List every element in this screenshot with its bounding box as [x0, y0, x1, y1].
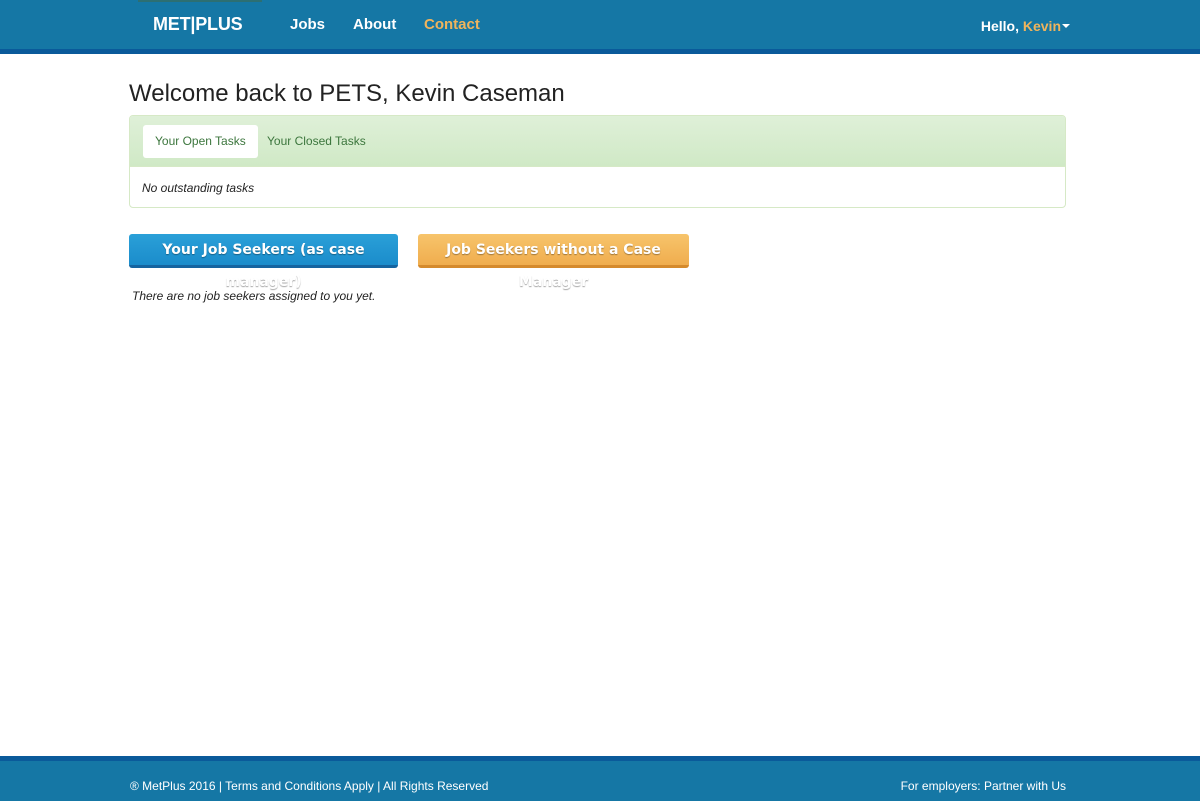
nav-link-contact[interactable]: Contact [424, 16, 480, 33]
top-navbar: MET|PLUS Jobs About Contact Hello, Kevin [0, 0, 1200, 54]
tab-open-tasks[interactable]: Your Open Tasks [143, 125, 258, 158]
footer-left: ® MetPlus 2016 | Terms and Conditions Ap… [130, 779, 488, 793]
nav-link-about[interactable]: About [353, 16, 396, 33]
footer-right: For employers: Partner with Us [901, 779, 1066, 793]
footer-copyright: ® MetPlus 2016 [130, 779, 216, 793]
unassigned-job-seekers-button[interactable]: Job Seekers without a Case Manager [418, 234, 689, 290]
partner-link[interactable]: Partner with Us [984, 779, 1066, 793]
nav-link-jobs[interactable]: Jobs [290, 16, 325, 33]
employers-prefix: For employers: [900, 779, 981, 793]
no-job-seekers-message: There are no job seekers assigned to you… [132, 289, 376, 303]
footer-separator: | [218, 779, 223, 793]
page-title: Welcome back to PETS, Kevin Caseman [129, 80, 565, 107]
tasks-panel: Your Open Tasks Your Closed Tasks No out… [129, 115, 1066, 208]
user-menu-dropdown[interactable]: Hello, Kevin [981, 18, 1070, 34]
brand-logo[interactable]: MET|PLUS [153, 14, 243, 35]
tab-closed-tasks[interactable]: Your Closed Tasks [255, 125, 378, 158]
terms-link[interactable]: Terms and Conditions Apply [225, 779, 374, 793]
user-greeting: Hello, [980, 18, 1019, 34]
page-footer: ® MetPlus 2016 | Terms and Conditions Ap… [0, 756, 1200, 801]
caret-down-icon [1062, 23, 1070, 28]
tasks-panel-body: No outstanding tasks [142, 181, 255, 195]
footer-rights: All Rights Reserved [383, 779, 489, 793]
footer-separator: | [377, 779, 381, 793]
user-name: Kevin [1022, 18, 1061, 34]
tasks-panel-heading: Your Open Tasks Your Closed Tasks [130, 116, 1065, 167]
my-job-seekers-button[interactable]: Your Job Seekers (as case manager) [129, 234, 398, 290]
